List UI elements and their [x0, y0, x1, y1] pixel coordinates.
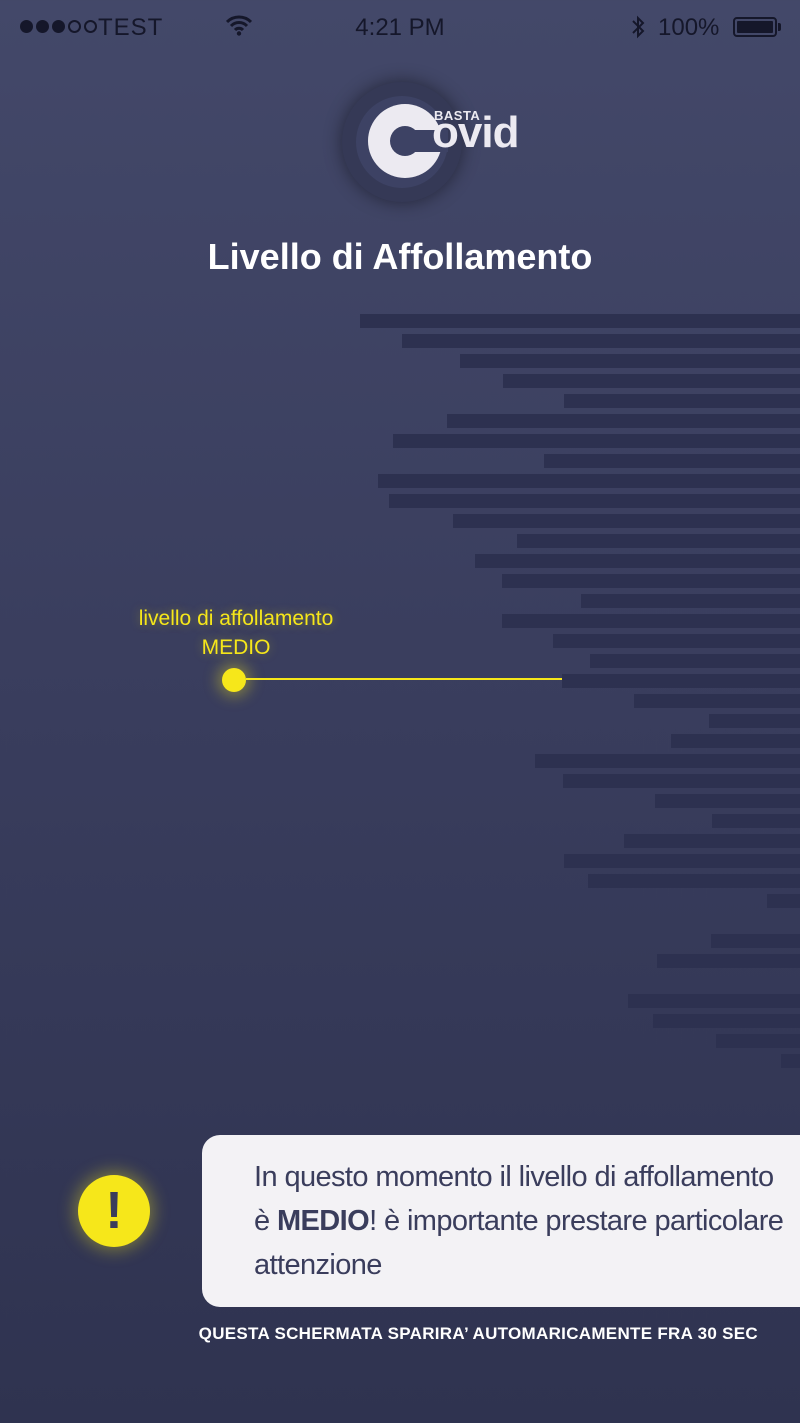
level-marker-dot — [222, 668, 246, 692]
alert-line-3: attenzione — [254, 1249, 382, 1281]
auto-dismiss-notice: QUESTA SCHERMATA SPARIRA’ AUTOMARICAMENT… — [198, 1324, 758, 1343]
level-caption-text: livello di affollamento — [138, 607, 334, 630]
level-indicator-line — [246, 678, 562, 680]
level-caption: livello di affollamento MEDIO — [86, 604, 386, 662]
alert-line-1: In questo momento il livello di affollam… — [254, 1161, 774, 1193]
alert-line-2: è MEDIO! è importante prestare particola… — [254, 1205, 784, 1237]
exclamation-icon: ! — [78, 1175, 150, 1247]
alert-message: In questo momento il livello di affollam… — [202, 1135, 800, 1307]
level-value: MEDIO — [201, 636, 271, 659]
alert-level-bold: MEDIO — [277, 1205, 370, 1237]
